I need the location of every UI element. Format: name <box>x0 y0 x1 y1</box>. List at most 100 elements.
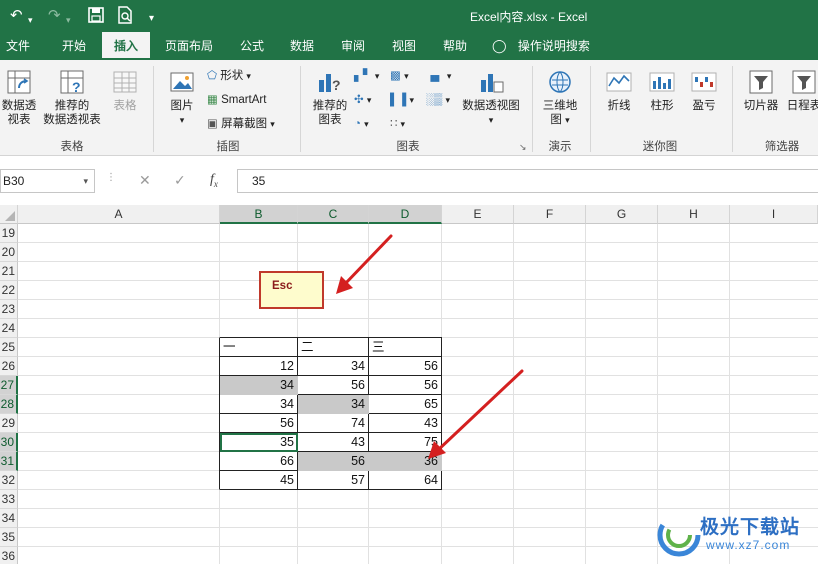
cancel-icon[interactable]: ✕ <box>139 172 151 189</box>
statistic-chart-button[interactable]: ▗▖ ▾ <box>426 67 451 85</box>
table-header-cell[interactable]: 一 <box>220 338 298 357</box>
tab-view[interactable]: 视图 <box>382 32 426 60</box>
redo-dropdown-icon[interactable]: ▾ <box>66 10 71 30</box>
table-cell[interactable]: 36 <box>369 452 442 471</box>
column-header-g[interactable]: G <box>586 205 658 224</box>
tab-home[interactable]: 开始 <box>52 32 96 60</box>
recommended-charts-button[interactable]: ? 推荐的 图表 <box>308 68 352 127</box>
table-cell[interactable]: 35 <box>220 433 298 452</box>
table-cell[interactable]: 34 <box>298 357 369 376</box>
bar-chart-button[interactable]: ▌▐ ▾ <box>390 91 414 109</box>
tab-file[interactable]: 文件 <box>0 32 36 60</box>
column-chart-button[interactable]: ▖▘ ▾ <box>354 67 379 85</box>
table-cell[interactable]: 56 <box>298 376 369 395</box>
table-cell[interactable]: 34 <box>220 395 298 414</box>
enter-icon[interactable]: ✓ <box>174 172 186 189</box>
line-chart-button[interactable]: ✣ ▾ <box>354 91 371 109</box>
undo-icon[interactable]: ↶ <box>10 6 23 26</box>
column-header-i[interactable]: I <box>730 205 818 224</box>
map-3d-button[interactable]: 三维地 图 ▾ <box>538 68 582 127</box>
table-cell[interactable]: 34 <box>220 376 298 395</box>
column-header-f[interactable]: F <box>514 205 586 224</box>
recommended-pivot-button[interactable]: ? 推荐的 数据透视表 <box>40 68 104 127</box>
insert-function-icon[interactable]: fx <box>210 172 218 189</box>
column-header-b[interactable]: B <box>220 205 298 224</box>
row-header-24[interactable]: 24 <box>0 319 18 338</box>
table-cell[interactable]: 12 <box>220 357 298 376</box>
row-header-21[interactable]: 21 <box>0 262 18 281</box>
formula-input[interactable]: 35 <box>237 169 818 193</box>
column-header-c[interactable]: C <box>298 205 369 224</box>
table-cell[interactable]: 75 <box>369 433 442 452</box>
name-box[interactable]: B30 ▾ <box>0 169 95 193</box>
pie-chart-button[interactable]: ◔ ▾ <box>354 115 369 133</box>
charts-dialog-launcher-icon[interactable]: ↘ <box>519 138 527 156</box>
save-icon[interactable] <box>88 7 104 29</box>
sparkline-column-button[interactable]: 柱形 <box>643 68 681 113</box>
row-header-27[interactable]: 27 <box>0 376 18 395</box>
row-header-31[interactable]: 31 <box>0 452 18 471</box>
name-box-dropdown-icon[interactable]: ▾ <box>83 170 88 192</box>
row-header-34[interactable]: 34 <box>0 509 18 528</box>
pictures-button[interactable]: 图片 ▾ <box>163 68 201 127</box>
scatter-chart-button[interactable]: ∷ ▾ <box>390 115 405 133</box>
table-cell[interactable]: 56 <box>369 376 442 395</box>
group-separator <box>590 66 591 152</box>
column-header-h[interactable]: H <box>658 205 730 224</box>
tab-page-layout[interactable]: 页面布局 <box>158 32 220 60</box>
redo-icon[interactable]: ↷ <box>48 6 61 26</box>
row-header-33[interactable]: 33 <box>0 490 18 509</box>
table-cell[interactable]: 56 <box>220 414 298 433</box>
tell-me-search[interactable]: ◯ 操作说明搜索 <box>492 32 602 60</box>
row-header-22[interactable]: 22 <box>0 281 18 300</box>
customize-toolbar-icon[interactable]: ▾ <box>149 9 154 29</box>
hierarchy-chart-button[interactable]: ▩ ▾ <box>390 67 409 85</box>
smartart-button[interactable]: ▦ SmartArt <box>207 91 266 109</box>
timeline-button[interactable]: 日程表 <box>784 68 818 113</box>
sparkline-line-button[interactable]: 折线 <box>600 68 638 113</box>
column-header-a[interactable]: A <box>18 205 220 224</box>
pivot-table-button[interactable]: 数据透 视表 <box>0 68 38 127</box>
table-header-cell[interactable]: 二 <box>298 338 369 357</box>
table-cell[interactable]: 34 <box>298 395 369 414</box>
tab-help[interactable]: 帮助 <box>433 32 477 60</box>
shapes-button[interactable]: ⬠ 形状 ▾ <box>207 67 251 85</box>
pivot-chart-button[interactable]: 数据透视图 ▾ <box>460 68 522 127</box>
table-cell[interactable]: 65 <box>369 395 442 414</box>
table-cell[interactable]: 74 <box>298 414 369 433</box>
row-header-28[interactable]: 28 <box>0 395 18 414</box>
row-header-25[interactable]: 25 <box>0 338 18 357</box>
column-header-d[interactable]: D <box>369 205 442 224</box>
table-cell[interactable]: 56 <box>369 357 442 376</box>
table-cell[interactable]: 43 <box>298 433 369 452</box>
row-header-19[interactable]: 19 <box>0 224 18 243</box>
slicer-button[interactable]: 切片器 <box>740 68 782 113</box>
row-header-26[interactable]: 26 <box>0 357 18 376</box>
row-header-20[interactable]: 20 <box>0 243 18 262</box>
select-all-corner[interactable] <box>0 205 18 224</box>
row-header-30[interactable]: 30 <box>0 433 18 452</box>
sparkline-winloss-button[interactable]: 盈亏 <box>685 68 723 113</box>
table-cell[interactable]: 57 <box>298 471 369 490</box>
table-header-cell[interactable]: 三 <box>369 338 442 357</box>
tab-data[interactable]: 数据 <box>280 32 324 60</box>
tab-insert[interactable]: 插入 <box>102 32 150 60</box>
row-header-29[interactable]: 29 <box>0 414 18 433</box>
row-header-35[interactable]: 35 <box>0 528 18 547</box>
waterfall-chart-button[interactable]: ░▒ ▾ <box>426 91 450 109</box>
table-button[interactable]: 表格 <box>106 68 144 113</box>
table-cell[interactable]: 64 <box>369 471 442 490</box>
row-header-32[interactable]: 32 <box>0 471 18 490</box>
undo-dropdown-icon[interactable]: ▾ <box>28 10 33 30</box>
screenshot-button[interactable]: ▣ 屏幕截图 ▾ <box>207 115 275 133</box>
print-preview-icon[interactable] <box>117 6 133 30</box>
row-header-36[interactable]: 36 <box>0 547 18 564</box>
table-cell[interactable]: 66 <box>220 452 298 471</box>
column-header-e[interactable]: E <box>442 205 514 224</box>
table-cell[interactable]: 45 <box>220 471 298 490</box>
row-header-23[interactable]: 23 <box>0 300 18 319</box>
table-cell[interactable]: 43 <box>369 414 442 433</box>
tab-review[interactable]: 审阅 <box>331 32 375 60</box>
table-cell[interactable]: 56 <box>298 452 369 471</box>
tab-formulas[interactable]: 公式 <box>230 32 274 60</box>
